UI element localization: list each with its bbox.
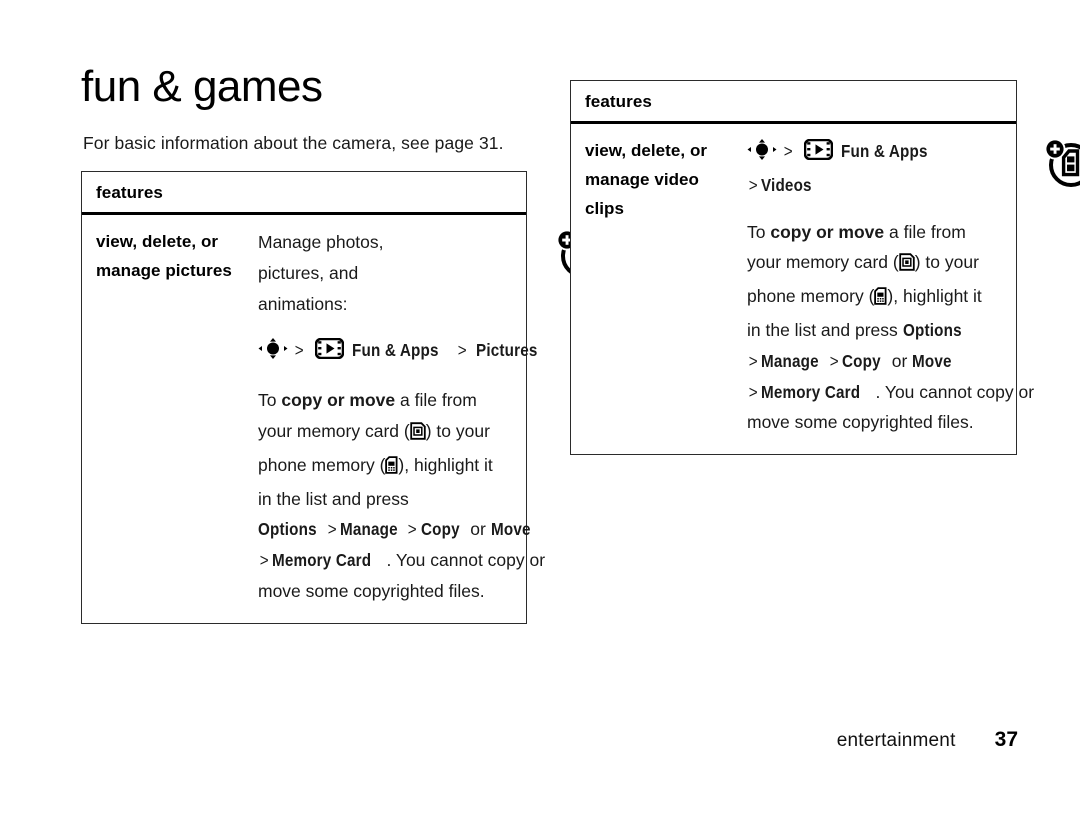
desc-line: To copy or move a file from (258, 385, 546, 416)
navigation-key-icon (747, 139, 777, 170)
text-fragment: ) to your (914, 252, 979, 273)
path-separator: > (748, 350, 758, 371)
memory-card-icon (410, 419, 426, 450)
desc-line: in the list and press (258, 488, 409, 509)
text-fragment: in the list and press (747, 319, 903, 340)
text-fragment: phone memory ( (258, 454, 386, 475)
feature-term-line: view, delete, or (585, 141, 708, 160)
feature-term-manage-pictures: view, delete, or manage pictures (82, 227, 258, 607)
features-table-pictures: features view, delete, or manage picture… (81, 171, 606, 624)
menu-path-memory-card: > Memory Card . You cannot copy or (258, 545, 546, 576)
feature-description-videos: > Fun & Apps > Videos To copy or move a … (747, 136, 1038, 438)
footer-page-number: 37 (994, 728, 1018, 751)
menu-item-manage[interactable]: Manage (761, 346, 819, 377)
menu-item-copy[interactable]: Copy (421, 514, 460, 545)
menu-item-options[interactable]: Options (903, 315, 962, 346)
feature-description-pictures: Manage photos, pictures, and animations:… (258, 227, 550, 607)
page-footer: entertainment 37 (0, 728, 1018, 752)
path-item-fun-and-apps[interactable]: Fun & Apps (841, 136, 928, 167)
menu-path-videos-second-line: > Videos (747, 170, 1034, 201)
text-fragment: ), highlight it (887, 286, 982, 307)
desc-line: your memory card ( ) to your (747, 247, 1034, 281)
menu-item-options[interactable]: Options (258, 514, 317, 545)
text-fragment: . You cannot copy or (386, 550, 546, 571)
desc-line: in the list and press Options (747, 315, 1034, 346)
table-header-features: features (571, 81, 1016, 124)
emphasis-copy-or-move: copy or move (281, 390, 396, 411)
navigation-key-icon (258, 338, 288, 369)
text-fragment: To (258, 390, 282, 411)
memory-card-icon (899, 250, 915, 281)
fun-and-apps-icon (314, 338, 345, 369)
text-fragment: your memory card ( (747, 252, 899, 273)
path-separator: > (748, 174, 758, 195)
feature-icon-cell (1038, 136, 1080, 438)
fun-and-apps-icon (803, 138, 834, 170)
conjunction-or: or (891, 350, 908, 371)
text-fragment: To (747, 221, 771, 242)
desc-line: animations: (258, 293, 348, 314)
path-separator: > (259, 550, 269, 571)
table-row: view, delete, or manage video clips > Fu… (571, 124, 1080, 454)
menu-path-videos: > Fun & Apps (747, 136, 1034, 170)
feature-term-line: view, delete, or (96, 232, 219, 251)
menu-path-pictures: > Fun & Apps > Pictures (258, 335, 546, 369)
path-separator: > (748, 381, 758, 402)
menu-path-memory-card: > Memory Card . You cannot copy or (747, 377, 1034, 408)
menu-item-copy[interactable]: Copy (842, 346, 881, 377)
text-fragment: phone memory ( (747, 286, 875, 307)
text-fragment: a file from (884, 221, 966, 242)
desc-line: your memory card ( ) to your (258, 416, 546, 450)
conjunction-or: or (470, 519, 486, 540)
path-separator: > (458, 340, 468, 361)
text-fragment: ) to your (425, 420, 490, 441)
table-header-features: features (82, 172, 526, 215)
features-table-videos: features view, delete, or manage video c… (570, 80, 1080, 456)
feature-term-manage-video-clips: view, delete, or manage video clips (571, 136, 747, 438)
desc-line: move some copyrighted files. (747, 412, 974, 433)
text-fragment: ), highlight it (398, 454, 493, 475)
path-separator: > (783, 141, 793, 161)
desc-line: phone memory ( ), highlight it (747, 281, 1034, 315)
feature-term-line: manage video (585, 170, 699, 190)
desc-line: Manage photos, (258, 232, 384, 252)
path-item-pictures[interactable]: Pictures (476, 335, 537, 366)
phone-memory-icon (874, 284, 887, 315)
menu-path-copy-move: Options > Manage > Copy or Move (258, 514, 546, 545)
phone-memory-icon (385, 453, 398, 484)
path-item-videos[interactable]: Videos (761, 170, 812, 201)
path-separator: > (829, 350, 839, 371)
desc-line: To copy or move a file from (747, 217, 1034, 248)
feature-term-line: clips (585, 199, 624, 219)
feature-term-line: manage pictures (96, 261, 232, 281)
emphasis-copy-or-move: copy or move (770, 221, 885, 242)
desc-line: phone memory ( ), highlight it (258, 450, 546, 484)
intro-paragraph: For basic information about the camera, … (83, 133, 504, 153)
footer-section-label: entertainment (836, 730, 956, 751)
desc-line: pictures, and (258, 262, 359, 283)
path-separator: > (294, 340, 304, 361)
path-item-fun-and-apps[interactable]: Fun & Apps (352, 335, 439, 366)
menu-item-manage[interactable]: Manage (340, 514, 398, 545)
path-separator: > (327, 519, 337, 540)
menu-item-memory-card[interactable]: Memory Card (761, 377, 860, 408)
text-fragment: your memory card ( (258, 420, 410, 441)
add-to-phone-memory-icon (1043, 138, 1080, 193)
text-fragment: . You cannot copy or (875, 381, 1035, 402)
text-fragment: a file from (395, 390, 477, 411)
menu-item-move[interactable]: Move (491, 514, 531, 545)
desc-line: move some copyrighted files. (258, 580, 485, 601)
menu-item-memory-card[interactable]: Memory Card (272, 545, 371, 576)
menu-item-move[interactable]: Move (912, 346, 952, 377)
table-row: view, delete, or manage pictures Manage … (82, 215, 606, 623)
path-separator: > (408, 519, 418, 540)
page-title: fun & games (81, 62, 323, 111)
menu-path-copy-move: > Manage > Copy or Move (747, 346, 1034, 377)
